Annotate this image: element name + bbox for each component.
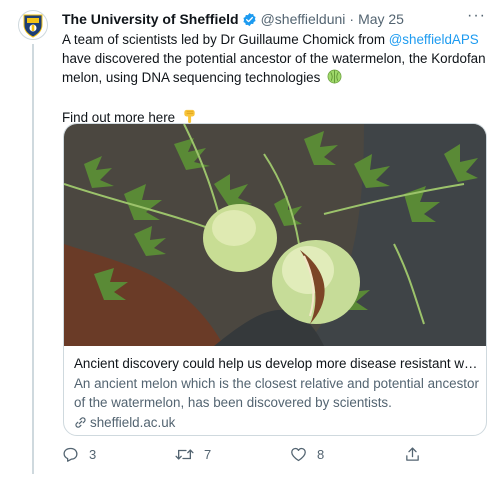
retweet-count: 7 [204, 447, 212, 462]
mention-link[interactable]: @sheffieldAPS [389, 32, 479, 47]
reply-button[interactable]: 3 [62, 446, 96, 463]
reply-icon [63, 447, 78, 462]
tweet-text-intro: A team of scientists led by Dr Guillaume… [62, 32, 389, 47]
verified-badge-icon [242, 12, 257, 27]
share-icon [406, 447, 419, 461]
card-description: An ancient melon which is the closest re… [74, 376, 479, 410]
account-name[interactable]: The University of Sheffield [62, 11, 239, 27]
reply-count: 3 [89, 447, 97, 462]
tweet[interactable]: The University of Sheffield @sheffieldun… [0, 0, 500, 478]
share-button[interactable] [404, 446, 421, 463]
more-options-icon[interactable]: ··· [467, 7, 486, 25]
retweet-button[interactable]: 7 [175, 446, 211, 463]
account-handle[interactable]: @sheffielduni [261, 11, 346, 27]
card-title[interactable]: Ancient discovery could help us develop … [74, 354, 480, 373]
separator-dot: · [349, 11, 355, 27]
watermelon-field-photo [64, 124, 486, 346]
card-domain[interactable]: sheffield.ac.uk [74, 413, 480, 432]
tweet-header: The University of Sheffield @sheffieldun… [62, 7, 486, 29]
thread-line [32, 44, 34, 474]
tweet-date[interactable]: May 25 [358, 11, 404, 27]
link-preview-card[interactable]: Ancient discovery could help us develop … [63, 123, 487, 436]
like-button[interactable]: 8 [290, 446, 324, 463]
heart-icon [291, 447, 306, 462]
link-icon [74, 416, 87, 429]
card-domain-text: sheffield.ac.uk [90, 415, 176, 430]
watermelon-emoji-icon [327, 69, 342, 89]
tweet-text-body: have discovered the potential ancestor o… [62, 51, 486, 85]
tweet-text: A team of scientists led by Dr Guillaume… [62, 30, 492, 129]
like-count: 8 [317, 447, 325, 462]
avatar[interactable] [18, 10, 48, 40]
university-crest-logo [23, 14, 43, 38]
tweet-actions: 3 7 8 [62, 446, 422, 468]
retweet-icon [175, 449, 194, 460]
